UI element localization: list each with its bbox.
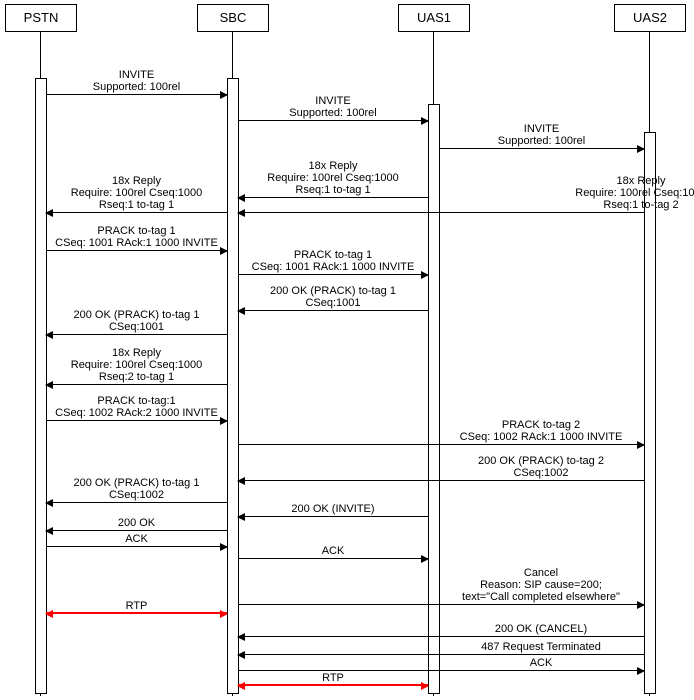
msg-prack-3: PRACK to-tag:1 CSeq: 1002 RAck:2 1000 IN… — [46, 420, 227, 421]
msg-text: 200 OK (PRACK) to-tag 1 — [46, 309, 227, 321]
msg-text: CSeq: 1001 RAck:1 1000 INVITE — [46, 237, 227, 249]
msg-text: ACK — [338, 657, 694, 669]
msg-ack-1: ACK — [46, 546, 227, 547]
msg-text: 200 OK (PRACK) to-tag 2 — [338, 455, 694, 467]
msg-text: Cancel — [338, 567, 694, 579]
msg-prack-2: PRACK to-tag 1 CSeq: 1001 RAck:1 1000 IN… — [238, 274, 428, 275]
msg-text: Supported: 100rel — [46, 81, 227, 93]
msg-text: Supported: 100rel — [439, 135, 644, 147]
msg-invite-2: INVITE Supported: 100rel — [238, 120, 428, 121]
msg-200-ok: 200 OK — [46, 530, 227, 531]
msg-text: Reason: SIP cause=200; — [338, 579, 694, 591]
msg-text: Require: 100rel Cseq:1000 — [238, 172, 428, 184]
msg-ack-2: ACK — [238, 558, 428, 559]
msg-text: 200 OK — [46, 517, 227, 529]
msg-ack-3: ACK — [238, 670, 644, 671]
msg-text: PRACK to-tag 2 — [338, 419, 694, 431]
msg-cancel: Cancel Reason: SIP cause=200; text="Call… — [238, 604, 644, 605]
msg-invite-1: INVITE Supported: 100rel — [46, 94, 227, 95]
msg-text: Rseq:1 to-tag 2 — [438, 199, 694, 211]
msg-text: CSeq:1002 — [46, 489, 227, 501]
msg-text: Rseq:1 to-tag 1 — [238, 184, 428, 196]
msg-text: text="Call completed elsewhere" — [338, 591, 694, 603]
msg-text: ACK — [238, 545, 428, 557]
actor-pstn: PSTN — [5, 4, 77, 32]
msg-200-prack-1: 200 OK (PRACK) to-tag 1 CSeq:1001 — [46, 334, 227, 335]
msg-text: Supported: 100rel — [238, 107, 428, 119]
msg-text: RTP — [46, 600, 227, 612]
msg-text: 18x Reply — [238, 160, 428, 172]
msg-200-prack-2: 200 OK (PRACK) to-tag 1 CSeq:1002 — [46, 502, 227, 503]
msg-text: Rseq:2 to-tag 1 — [46, 371, 227, 383]
msg-text: INVITE — [439, 123, 644, 135]
msg-18x-sbc-pstn-2: 18x Reply Require: 100rel Cseq:1000 Rseq… — [46, 384, 227, 385]
msg-text: 200 OK (INVITE) — [238, 503, 428, 515]
msg-text: CSeq:1001 — [238, 297, 428, 309]
msg-text: Require: 100rel Cseq:1000 — [46, 359, 227, 371]
msg-text: 200 OK (PRACK) to-tag 1 — [238, 285, 428, 297]
msg-200-cancel: 200 OK (CANCEL) — [238, 636, 644, 637]
msg-text: PRACK to-tag 1 — [46, 225, 227, 237]
msg-487: 487 Request Terminated — [238, 654, 644, 655]
msg-text: RTP — [238, 672, 428, 684]
msg-18x-uas1-sbc: 18x Reply Require: 100rel Cseq:1000 Rseq… — [238, 197, 428, 198]
msg-text: Require: 100rel Cseq:1000 — [46, 187, 227, 199]
msg-text: Require: 100rel Cseq:1000 — [438, 187, 694, 199]
msg-text: INVITE — [46, 69, 227, 81]
actor-uas1: UAS1 — [398, 4, 470, 32]
msg-text: 18x Reply — [438, 175, 694, 187]
msg-text: 18x Reply — [46, 175, 227, 187]
msg-prack-1: PRACK to-tag 1 CSeq: 1001 RAck:1 1000 IN… — [46, 250, 227, 251]
msg-text: CSeq:1002 — [338, 467, 694, 479]
actor-uas2: UAS2 — [614, 4, 686, 32]
msg-200-prack-uas1: 200 OK (PRACK) to-tag 1 CSeq:1001 — [238, 310, 428, 311]
actor-sbc: SBC — [197, 4, 269, 32]
msg-text: CSeq: 1002 RAck:1 1000 INVITE — [338, 431, 694, 443]
msg-text: INVITE — [238, 95, 428, 107]
msg-text: PRACK to-tag:1 — [46, 395, 227, 407]
msg-text: 200 OK (PRACK) to-tag 1 — [46, 477, 227, 489]
msg-text: CSeq: 1001 RAck:1 1000 INVITE — [238, 261, 428, 273]
activation-uas2 — [644, 132, 656, 694]
msg-text: 487 Request Terminated — [338, 641, 694, 653]
msg-rtp-2: RTP — [238, 684, 428, 686]
msg-text: Rseq:1 to-tag 1 — [46, 199, 227, 211]
msg-invite-3: INVITE Supported: 100rel — [439, 148, 644, 149]
msg-prack-4: PRACK to-tag 2 CSeq: 1002 RAck:1 1000 IN… — [238, 444, 644, 445]
msg-text: 200 OK (CANCEL) — [338, 623, 694, 635]
msg-200-invite: 200 OK (INVITE) — [238, 516, 428, 517]
msg-18x-sbc-pstn-1: 18x Reply Require: 100rel Cseq:1000 Rseq… — [46, 212, 227, 213]
msg-text: CSeq: 1002 RAck:2 1000 INVITE — [46, 407, 227, 419]
msg-200-prack-uas2: 200 OK (PRACK) to-tag 2 CSeq:1002 — [238, 480, 644, 481]
msg-text: 18x Reply — [46, 347, 227, 359]
msg-rtp-1: RTP — [46, 612, 227, 614]
msg-text: ACK — [46, 533, 227, 545]
sequence-diagram: PSTN SBC UAS1 UAS2 INVITE Supported: 100… — [0, 0, 694, 700]
msg-text: CSeq:1001 — [46, 321, 227, 333]
msg-text: PRACK to-tag 1 — [238, 249, 428, 261]
msg-18x-uas2-sbc: 18x Reply Require: 100rel Cseq:1000 Rseq… — [238, 212, 644, 213]
